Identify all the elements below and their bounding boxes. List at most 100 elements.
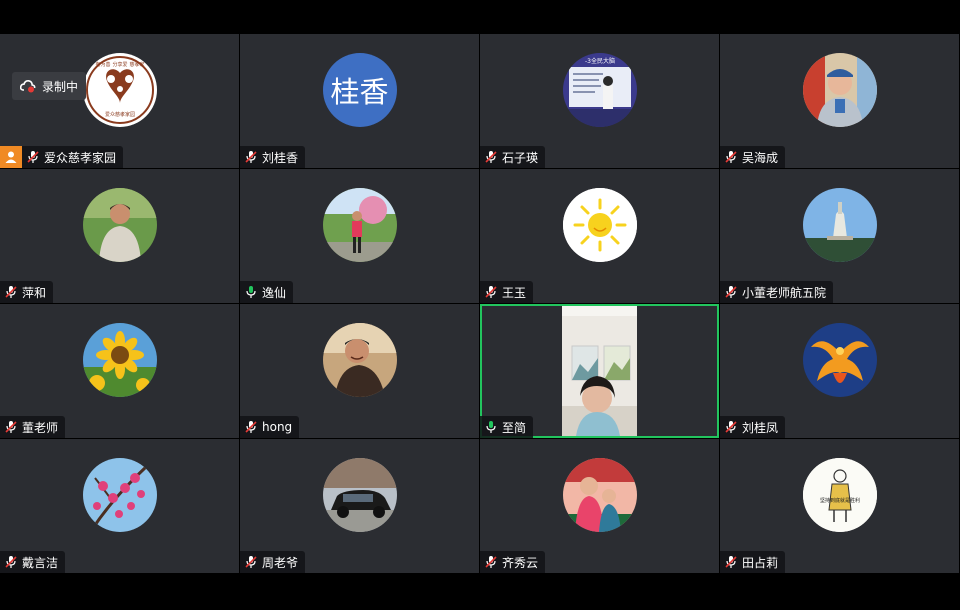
mic-muted-icon (0, 416, 22, 438)
nameplate: 石子瑛 (480, 146, 546, 168)
avatar: 爱众慈孝家园 有为善 分享爱 慈孝家 (82, 53, 157, 127)
mic-active-icon (480, 416, 502, 438)
mic-muted-icon (240, 416, 262, 438)
person-photo (322, 323, 397, 397)
mic-muted-icon (480, 281, 502, 303)
person-photo (802, 53, 877, 127)
recording-label: 录制中 (42, 79, 79, 94)
video-grid-stage: 录制中 爱众慈孝家园 有为善 分享爱 慈孝家 爱众慈孝家园 桂香 刘桂香 -3全… (0, 34, 960, 575)
host-icon (0, 146, 22, 168)
video-feed (562, 306, 637, 436)
mic-muted-icon (720, 146, 742, 168)
logo-text: 有为善 (95, 61, 110, 68)
participant-tile[interactable]: 戴言洁 (0, 439, 239, 573)
nameplate: 吴海成 (720, 146, 786, 168)
sun-drawing (562, 188, 637, 262)
mic-muted-icon (0, 551, 22, 573)
avatar (322, 188, 397, 262)
participant-name: 小董老师航五院 (742, 285, 827, 300)
person-photo (82, 188, 157, 262)
mic-muted-icon (22, 146, 44, 168)
participant-tile[interactable]: -3全民大脑 石子瑛 (480, 34, 719, 168)
participant-tile[interactable]: 萍和 (0, 169, 239, 303)
avatar: 坚持到底就是胜利 (802, 458, 877, 532)
avatar (562, 188, 637, 262)
logo-text: 慈孝家 (129, 61, 144, 68)
participant-tile[interactable]: 董老师 (0, 304, 239, 438)
logo-footer-text: 爱众慈孝家园 (104, 111, 134, 118)
person-photo (322, 188, 397, 262)
blossom-photo (82, 458, 157, 532)
avatar (562, 458, 637, 532)
participant-grid: 爱众慈孝家园 有为善 分享爱 慈孝家 爱众慈孝家园 桂香 刘桂香 -3全民大脑 … (0, 34, 960, 575)
nameplate: 逸仙 (240, 281, 294, 303)
participant-tile[interactable]: 爱众慈孝家园 有为善 分享爱 慈孝家 爱众慈孝家园 (0, 34, 239, 168)
mic-active-icon (240, 281, 262, 303)
person-photo (562, 458, 637, 532)
participant-name: 至简 (502, 420, 527, 435)
participant-name: 田占莉 (742, 555, 779, 570)
participant-tile[interactable]: 刘桂凤 (720, 304, 959, 438)
nameplate: 戴言洁 (0, 551, 66, 573)
participant-name: 爱众慈孝家园 (44, 150, 117, 165)
participant-name: 石子瑛 (502, 150, 539, 165)
mic-muted-icon (480, 146, 502, 168)
participant-name: 董老师 (22, 420, 59, 435)
mic-muted-icon (720, 551, 742, 573)
participant-tile[interactable]: 周老爷 (240, 439, 479, 573)
participant-tile-active-speaker[interactable]: 至简 (480, 304, 719, 438)
nameplate: 至简 (480, 416, 534, 438)
video-frame (562, 306, 637, 436)
participant-name: 齐秀云 (502, 555, 539, 570)
sunflower-photo (82, 323, 157, 397)
avatar (82, 188, 157, 262)
nameplate: 刘桂香 (240, 146, 306, 168)
logo-text: 分享爱 (112, 61, 127, 68)
recording-indicator[interactable]: 录制中 (12, 72, 87, 100)
participant-name: hong (262, 420, 293, 434)
nameplate: 齐秀云 (480, 551, 546, 573)
avatar (322, 458, 397, 532)
avatar (802, 53, 877, 127)
participant-name: 刘桂凤 (742, 420, 779, 435)
participant-tile[interactable]: hong (240, 304, 479, 438)
nameplate: 刘桂凤 (720, 416, 786, 438)
org-logo-icon: 爱众慈孝家园 有为善 分享爱 慈孝家 (85, 56, 154, 124)
participant-name: 萍和 (22, 285, 47, 300)
participant-name: 刘桂香 (262, 150, 299, 165)
participant-tile[interactable]: 逸仙 (240, 169, 479, 303)
drawing-text: 坚持到底就是胜利 (819, 497, 859, 504)
avatar (322, 323, 397, 397)
nameplate: 萍和 (0, 281, 54, 303)
mic-muted-icon (720, 416, 742, 438)
participant-name: 戴言洁 (22, 555, 59, 570)
participant-tile[interactable]: 王玉 (480, 169, 719, 303)
avatar (82, 458, 157, 532)
participant-tile[interactable]: 齐秀云 (480, 439, 719, 573)
participant-tile[interactable]: 桂香 刘桂香 (240, 34, 479, 168)
participant-tile[interactable]: 坚持到底就是胜利 田占莉 (720, 439, 959, 573)
photo-caption: -3全民大脑 (585, 57, 615, 65)
avatar-text: 桂香 (330, 75, 389, 109)
participant-name: 周老爷 (262, 555, 299, 570)
mic-muted-icon (240, 551, 262, 573)
nameplate: 周老爷 (240, 551, 306, 573)
participant-tile[interactable]: 小董老师航五院 (720, 169, 959, 303)
nameplate: 小董老师航五院 (720, 281, 834, 303)
participant-tile[interactable]: 吴海成 (720, 34, 959, 168)
mic-muted-icon (240, 146, 262, 168)
mic-muted-icon (480, 551, 502, 573)
participant-name: 逸仙 (262, 285, 287, 300)
mic-muted-icon (720, 281, 742, 303)
presentation-photo: -3全民大脑 (562, 53, 637, 127)
avatar (802, 188, 877, 262)
avatar: -3全民大脑 (562, 53, 637, 127)
avatar (802, 323, 877, 397)
avatar (82, 323, 157, 397)
nameplate: 王玉 (480, 281, 534, 303)
mic-muted-icon (0, 281, 22, 303)
avatar: 桂香 (322, 53, 397, 127)
cloud-record-icon (20, 79, 36, 93)
nameplate: 爱众慈孝家园 (0, 146, 124, 168)
nameplate: hong (240, 416, 300, 438)
